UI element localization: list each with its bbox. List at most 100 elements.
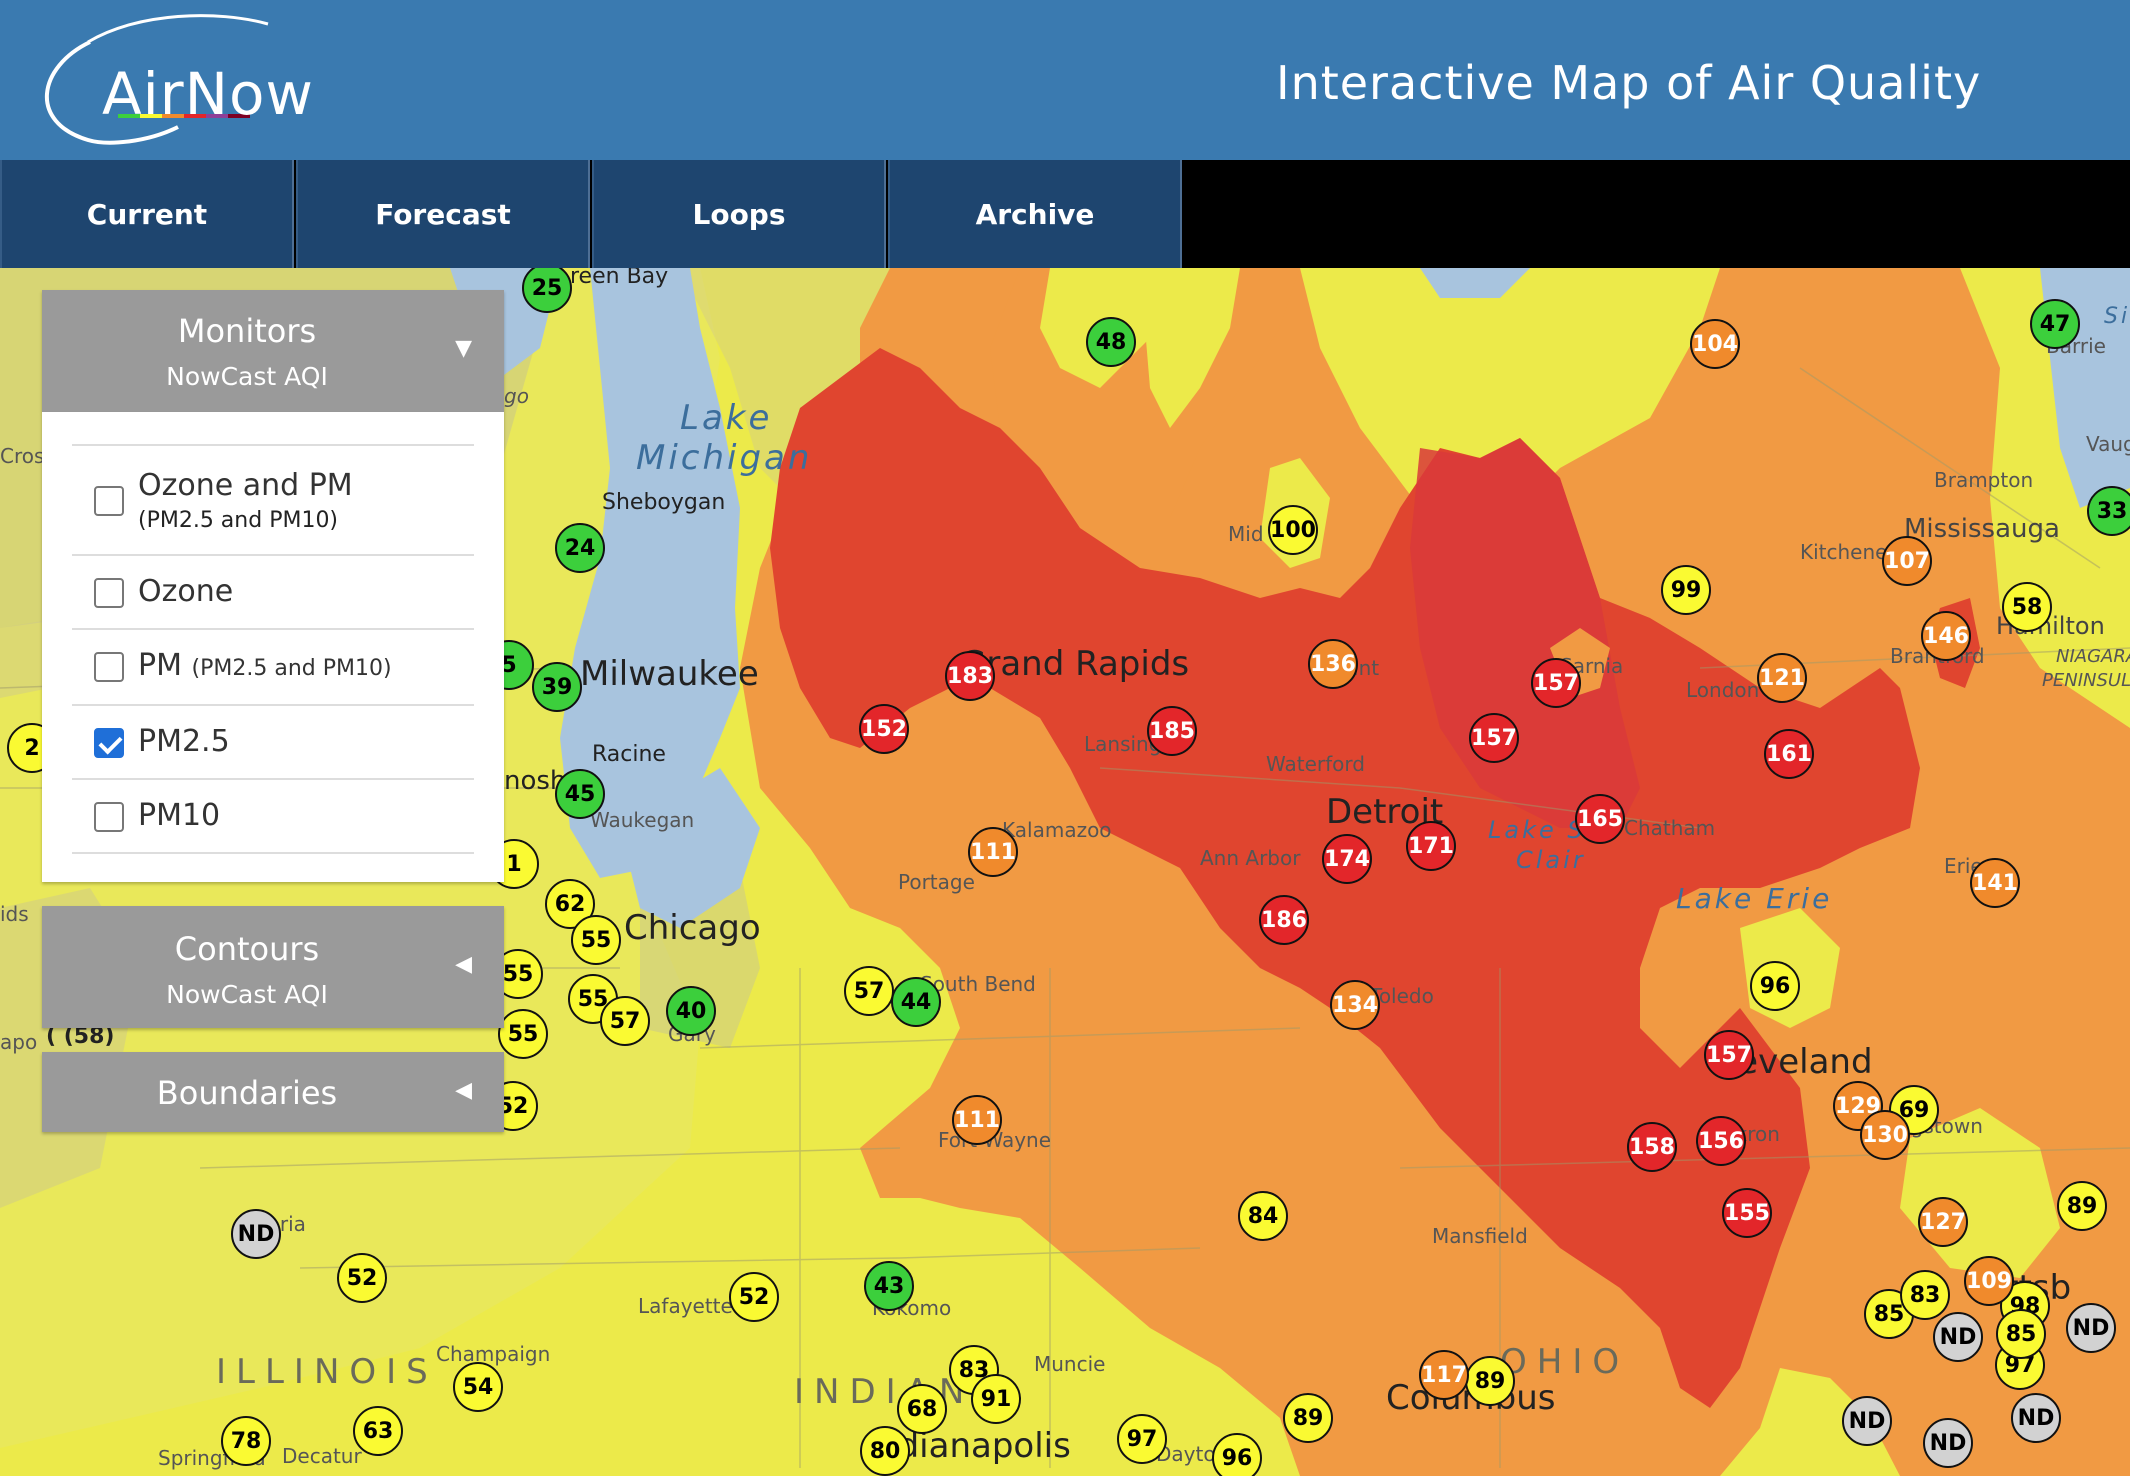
monitor-marker[interactable]: 40	[666, 986, 716, 1036]
monitor-marker[interactable]: 157	[1469, 713, 1519, 763]
monitor-marker[interactable]: 33	[2087, 486, 2130, 536]
monitor-marker[interactable]: 171	[1406, 821, 1456, 871]
monitor-marker[interactable]: ND	[2066, 1303, 2116, 1353]
checkbox-ozone-and-pm[interactable]	[94, 486, 124, 516]
boundaries-panel-header[interactable]: Boundaries ◀	[42, 1052, 504, 1132]
monitor-marker[interactable]: 57	[844, 966, 894, 1016]
monitor-marker[interactable]: 111	[952, 1095, 1002, 1145]
monitor-marker[interactable]: 99	[1661, 565, 1711, 615]
map-label-ids: ids	[0, 902, 29, 926]
option-pm25[interactable]: PM2.5	[72, 704, 474, 778]
map-label-decatur: Decatur	[282, 1444, 362, 1468]
monitor-marker[interactable]: 44	[891, 977, 941, 1027]
monitor-marker[interactable]: 54	[453, 1362, 503, 1412]
checkbox-pm25[interactable]	[94, 728, 124, 758]
monitor-marker[interactable]: 68	[897, 1384, 947, 1434]
monitor-marker[interactable]: 165	[1575, 794, 1625, 844]
monitor-marker[interactable]: 134	[1330, 980, 1380, 1030]
monitor-marker[interactable]: 141	[1970, 858, 2020, 908]
monitor-marker[interactable]: 185	[1147, 706, 1197, 756]
monitor-marker[interactable]: 96	[1212, 1433, 1262, 1476]
option-label: Ozone	[138, 574, 234, 609]
monitor-marker[interactable]: 45	[555, 769, 605, 819]
monitor-marker[interactable]: 78	[221, 1416, 271, 1466]
monitor-marker[interactable]: ND	[1842, 1396, 1892, 1446]
monitor-marker[interactable]: 146	[1921, 611, 1971, 661]
monitor-marker[interactable]: 136	[1308, 639, 1358, 689]
monitor-marker[interactable]: 89	[2057, 1181, 2107, 1231]
contours-panel-title: Contours	[174, 930, 320, 968]
monitor-marker[interactable]: 43	[864, 1261, 914, 1311]
monitor-marker[interactable]: 155	[1722, 1188, 1772, 1238]
monitor-marker[interactable]: 47	[2030, 299, 2080, 349]
map-label-ann-arbor: Ann Arbor	[1200, 846, 1301, 870]
monitor-marker[interactable]: 63	[353, 1406, 403, 1456]
monitor-marker[interactable]: 104	[1690, 319, 1740, 369]
monitor-marker[interactable]: 109	[1964, 1256, 2014, 1306]
monitor-marker[interactable]: 91	[971, 1374, 1021, 1424]
contours-panel-subtitle: NowCast AQI	[166, 980, 328, 1009]
monitor-marker[interactable]: 111	[968, 827, 1018, 877]
monitor-marker[interactable]: 52	[729, 1272, 779, 1322]
map-label-champaign: Champaign	[436, 1342, 551, 1366]
monitor-marker[interactable]: 158	[1627, 1122, 1677, 1172]
monitor-marker[interactable]: 55	[571, 915, 621, 965]
monitor-marker[interactable]: 156	[1696, 1116, 1746, 1166]
map-label-chicago: Chicago	[624, 908, 761, 948]
option-ozone-and-pm[interactable]: Ozone and PM (PM2.5 and PM10)	[72, 444, 474, 554]
monitor-marker[interactable]: 89	[1465, 1356, 1515, 1406]
option-label: Ozone and PM	[138, 468, 353, 503]
monitor-marker[interactable]: 127	[1918, 1197, 1968, 1247]
monitor-marker[interactable]: 130	[1860, 1110, 1910, 1160]
monitor-marker[interactable]: 55	[498, 1009, 548, 1059]
tab-current[interactable]: Current	[0, 160, 294, 268]
monitor-marker[interactable]: 57	[600, 996, 650, 1046]
caret-left-icon: ◀	[455, 952, 472, 977]
monitor-marker[interactable]: 24	[555, 523, 605, 573]
monitor-marker[interactable]: 58	[2002, 582, 2052, 632]
checkbox-pm10[interactable]	[94, 802, 124, 832]
monitor-marker[interactable]: 80	[860, 1426, 910, 1476]
contours-panel-header[interactable]: Contours NowCast AQI ◀	[42, 906, 504, 1028]
monitor-marker[interactable]: 97	[1117, 1414, 1167, 1464]
monitor-marker[interactable]: ND	[1923, 1418, 1973, 1468]
tab-archive[interactable]: Archive	[888, 160, 1182, 268]
monitor-marker[interactable]: 157	[1704, 1030, 1754, 1080]
map-label-go: go	[504, 384, 529, 408]
main-nav: Current Forecast Loops Archive	[0, 160, 2130, 268]
monitor-marker[interactable]: 96	[1750, 961, 1800, 1011]
monitor-marker[interactable]: 186	[1259, 895, 1309, 945]
option-label: PM (PM2.5 and PM10)	[138, 648, 392, 683]
airnow-logo[interactable]: AirNow	[28, 12, 313, 152]
checkbox-pm[interactable]	[94, 652, 124, 682]
monitor-marker[interactable]: 117	[1419, 1350, 1469, 1400]
monitor-marker[interactable]: 107	[1882, 536, 1932, 586]
monitor-marker[interactable]: 100	[1268, 505, 1318, 555]
map-label-kalamazoo: Kalamazoo	[1002, 818, 1112, 842]
monitor-marker[interactable]: 83	[1900, 1270, 1950, 1320]
option-pm[interactable]: PM (PM2.5 and PM10)	[72, 628, 474, 704]
map-label-niagara: NIAGARA	[2056, 646, 2130, 667]
monitor-marker[interactable]: ND	[231, 1209, 281, 1259]
monitor-marker[interactable]: 161	[1764, 729, 1814, 779]
option-pm10[interactable]: PM10	[72, 778, 474, 854]
checkbox-ozone[interactable]	[94, 578, 124, 608]
monitors-panel-header[interactable]: Monitors NowCast AQI ▼	[42, 290, 504, 412]
monitor-marker[interactable]: ND	[1933, 1312, 1983, 1362]
monitor-marker[interactable]: 48	[1086, 317, 1136, 367]
monitor-marker[interactable]: 84	[1238, 1191, 1288, 1241]
monitor-marker[interactable]: 52	[337, 1253, 387, 1303]
tab-loops[interactable]: Loops	[592, 160, 886, 268]
monitor-marker[interactable]: 85	[1996, 1309, 2046, 1359]
tab-forecast[interactable]: Forecast	[296, 160, 590, 268]
monitor-marker[interactable]: 183	[945, 651, 995, 701]
monitor-marker[interactable]: ND	[2011, 1393, 2061, 1443]
monitor-marker[interactable]: 152	[859, 704, 909, 754]
option-ozone[interactable]: Ozone	[72, 554, 474, 628]
monitor-marker[interactable]: 89	[1283, 1393, 1333, 1443]
monitor-marker[interactable]: 39	[532, 662, 582, 712]
monitor-marker[interactable]: 121	[1757, 653, 1807, 703]
caret-down-icon: ▼	[455, 336, 472, 361]
monitor-marker[interactable]: 157	[1531, 658, 1581, 708]
monitor-marker[interactable]: 174	[1322, 834, 1372, 884]
